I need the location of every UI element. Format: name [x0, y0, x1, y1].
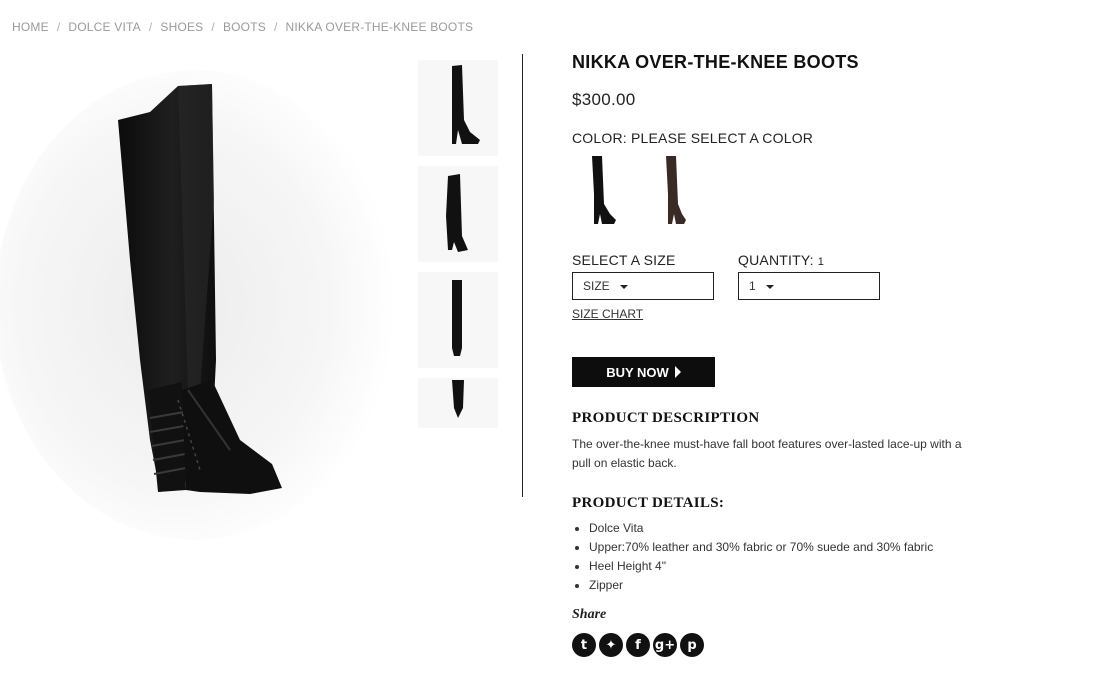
- product-title: NIKKA OVER-THE-KNEE BOOTS: [572, 52, 859, 72]
- color-swatch-black[interactable]: [572, 154, 616, 228]
- color-swatch-brown[interactable]: [648, 154, 692, 228]
- selectors: SELECT A SIZE SIZE QUANTITY: 1 1: [572, 252, 992, 300]
- tumblr-icon[interactable]: t: [572, 633, 596, 657]
- google-plus-icon[interactable]: g+: [653, 633, 677, 657]
- quantity-label-value: 1: [817, 256, 825, 268]
- pinterest-icon[interactable]: p: [680, 633, 704, 657]
- size-label: SELECT A SIZE: [572, 252, 676, 268]
- boot-thumbnail-top: [418, 378, 498, 428]
- breadcrumb-shoes[interactable]: SHOES: [160, 20, 203, 34]
- thumbnail-2[interactable]: [418, 166, 498, 262]
- black-boot-icon: [592, 156, 616, 224]
- thumbnail-4[interactable]: [418, 378, 498, 474]
- list-item: Zipper: [589, 576, 992, 595]
- boot-image: [0, 70, 395, 540]
- list-item: Dolce Vita: [589, 519, 992, 538]
- quantity-dropdown-value: 1: [749, 279, 756, 293]
- breadcrumb-separator: /: [273, 20, 278, 34]
- quantity-label: QUANTITY: 1: [738, 252, 882, 268]
- breadcrumb-separator: /: [56, 20, 61, 34]
- thumbnail-list: [418, 60, 498, 484]
- play-arrow-icon: [674, 366, 681, 378]
- color-label: COLOR: PLEASE SELECT A COLOR: [572, 130, 814, 146]
- quantity-group: QUANTITY: 1 1: [738, 252, 882, 300]
- brown-boot-icon: [666, 156, 686, 224]
- buy-now-label: BUY NOW: [606, 364, 669, 380]
- size-group: SELECT A SIZE SIZE: [572, 252, 716, 300]
- breadcrumb-home[interactable]: HOME: [12, 20, 49, 34]
- breadcrumb-separator: /: [148, 20, 153, 34]
- chevron-down-icon: [619, 285, 628, 289]
- list-item: Heel Height 4": [589, 557, 992, 576]
- size-dropdown-value: SIZE: [583, 279, 610, 293]
- boot-thumbnail-back: [418, 272, 498, 368]
- quantity-label-text: QUANTITY:: [738, 252, 814, 268]
- boot-thumbnail-front: [418, 166, 498, 262]
- size-dropdown[interactable]: SIZE: [572, 272, 714, 300]
- thumbnail-1[interactable]: [418, 60, 498, 156]
- details-heading: PRODUCT DETAILS:: [572, 495, 725, 511]
- chevron-down-icon: [765, 285, 774, 289]
- main-product-image[interactable]: [0, 60, 410, 550]
- breadcrumb: HOME / DOLCE VITA / SHOES / BOOTS / NIKKA OVER-T…: [12, 20, 473, 34]
- description-text: The over-the-knee must-have fall boot fe…: [572, 437, 962, 470]
- details-list: Dolce Vita Upper:70% leather and 30% fab…: [572, 519, 992, 595]
- quantity-dropdown[interactable]: 1: [738, 272, 880, 300]
- breadcrumb-separator: /: [211, 20, 215, 34]
- description-heading: PRODUCT DESCRIPTION: [572, 410, 760, 426]
- buy-now-button[interactable]: BUY NOW: [572, 357, 715, 387]
- share-icons: t ✦ f g+ p: [572, 633, 992, 657]
- vertical-divider: [522, 54, 523, 497]
- boot-thumbnail-side: [418, 60, 498, 156]
- breadcrumb-boots[interactable]: BOOTS: [223, 20, 266, 34]
- product-price: $300.00: [572, 90, 636, 109]
- breadcrumb-current[interactable]: NIKKA OVER-THE-KNEE BOOTS: [286, 20, 474, 34]
- twitter-icon[interactable]: ✦: [599, 633, 623, 657]
- product-info: NIKKA OVER-THE-KNEE BOOTS $300.00 COLOR:…: [572, 52, 992, 657]
- share-label: Share: [572, 607, 607, 622]
- size-chart-link[interactable]: SIZE CHART: [572, 307, 643, 321]
- facebook-icon[interactable]: f: [626, 633, 650, 657]
- color-swatches: [572, 154, 992, 230]
- list-item: Upper:70% leather and 30% fabric or 70% …: [589, 538, 992, 557]
- breadcrumb-brand[interactable]: DOLCE VITA: [68, 20, 140, 34]
- thumbnail-3[interactable]: [418, 272, 498, 368]
